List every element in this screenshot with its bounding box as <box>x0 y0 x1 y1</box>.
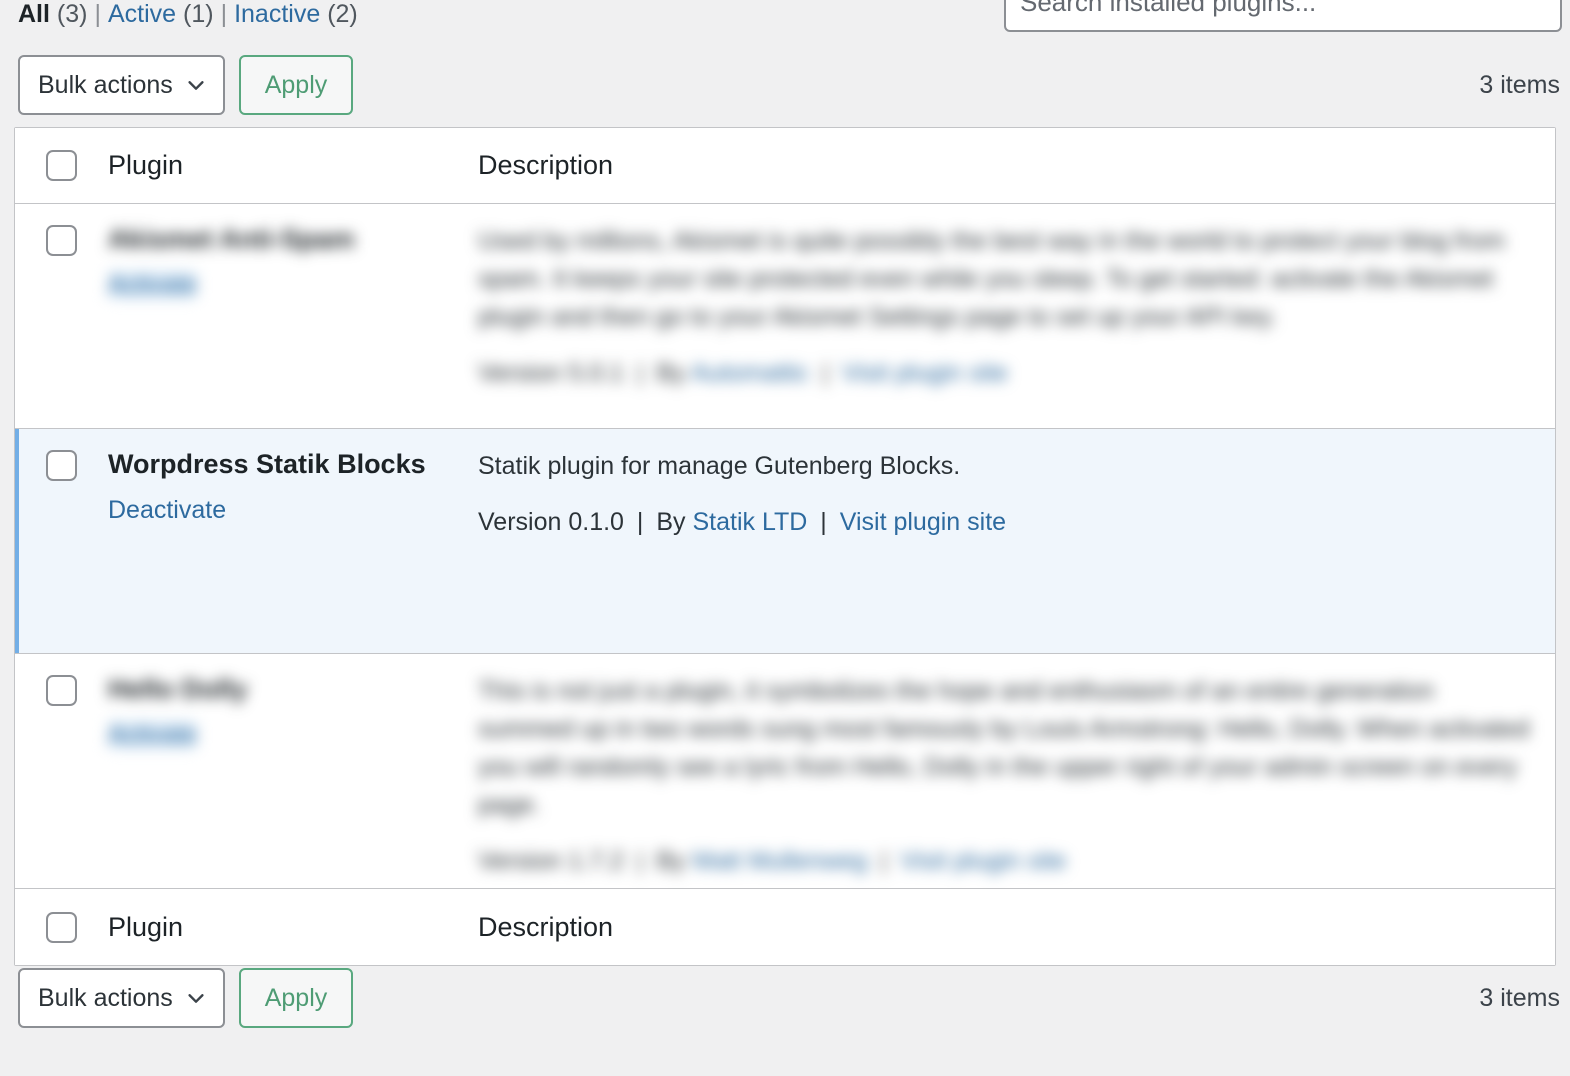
filter-inactive[interactable]: Inactive (2) <box>234 0 358 28</box>
plugin-status-filters: All (3) | Active (1) | Inactive (2) <box>18 0 358 32</box>
plugin-name-cell: Akismet Anti-Spam Activate <box>108 222 478 418</box>
chevron-down-icon <box>185 74 207 96</box>
table-footer-row: Plugin Description <box>15 889 1555 965</box>
plugin-description-cell: Statik plugin for manage Gutenberg Block… <box>478 447 1555 643</box>
meta-separator-1: | <box>636 359 644 387</box>
filter-inactive-count: (2) <box>327 0 358 28</box>
plugin-visit-site-link[interactable]: Visit plugin site <box>842 359 1008 387</box>
plugins-table: Plugin Description Akismet Anti-Spam Act… <box>14 127 1556 966</box>
plugin-title: Worpdress Statik Blocks <box>108 449 426 479</box>
plugin-name-cell: Hello Dolly Activate <box>108 672 478 878</box>
plugin-deactivate-link[interactable]: Deactivate <box>108 496 226 524</box>
meta-separator-1: | <box>636 508 644 536</box>
filter-inactive-label[interactable]: Inactive <box>234 0 320 28</box>
filter-active-label[interactable]: Active <box>108 0 176 28</box>
meta-separator-2: | <box>880 847 888 875</box>
plugin-author-link[interactable]: Automattic <box>691 359 809 387</box>
plugin-version: 0.1.0 <box>568 508 624 536</box>
plugin-meta: Version 0.1.0 | By Statik LTD | Visit pl… <box>478 505 1535 539</box>
column-header-plugin-bottom[interactable]: Plugin <box>108 912 478 943</box>
plugin-description: Used by millions, Akismet is quite possi… <box>478 227 1505 331</box>
chevron-down-icon <box>185 987 207 1009</box>
meta-separator-1: | <box>636 847 644 875</box>
plugin-description: This is not just a plugin, it symbolizes… <box>478 677 1530 819</box>
table-row: Akismet Anti-Spam Activate Used by milli… <box>15 204 1555 429</box>
plugin-row-actions: Activate <box>108 719 466 751</box>
tablenav-top: Bulk actions Apply 3 items <box>0 55 1570 117</box>
table-row: Worpdress Statik Blocks Deactivate Stati… <box>15 429 1555 654</box>
plugins-page: All (3)|Active (1)|Inactive (2) Bulk act… <box>0 0 1570 1076</box>
plugin-activate-link[interactable]: Activate <box>108 271 197 299</box>
items-count-bottom: 3 items <box>1479 983 1560 1012</box>
bulk-actions-select-bottom[interactable]: Bulk actions <box>18 968 225 1028</box>
plugin-description-cell: This is not just a plugin, it symbolizes… <box>478 672 1555 878</box>
meta-separator-2: | <box>822 359 829 387</box>
plugin-meta: Version 5.0.1 | By Automattic | Visit pl… <box>478 356 1535 390</box>
plugin-description: Statik plugin for manage Gutenberg Block… <box>478 452 961 480</box>
filter-active[interactable]: Active (1) <box>108 0 214 28</box>
plugin-title: Akismet Anti-Spam <box>108 224 355 254</box>
meta-separator-2: | <box>820 508 827 536</box>
apply-button-top[interactable]: Apply <box>239 55 353 115</box>
plugin-author-link[interactable]: Statik LTD <box>693 508 808 536</box>
plugin-title: Hello Dolly <box>108 674 248 704</box>
plugin-author-link[interactable]: Matt Mullenweg <box>693 847 868 875</box>
plugin-row-actions: Activate <box>108 269 466 301</box>
filter-active-count: (1) <box>183 0 214 28</box>
row-checkbox-cell <box>15 447 108 643</box>
plugin-meta: Version 1.7.2 | By Matt Mullenweg | Visi… <box>478 844 1535 878</box>
column-header-description-top: Description <box>478 150 614 180</box>
plugin-version-label: Version <box>478 359 562 387</box>
plugin-version-label: Version <box>478 847 562 875</box>
table-row: Hello Dolly Activate This is not just a … <box>15 654 1555 889</box>
plugin-visit-site-link[interactable]: Visit plugin site <box>840 508 1006 536</box>
row-checkbox-cell <box>15 222 108 418</box>
bulk-actions-label-top: Bulk actions <box>38 70 173 99</box>
column-header-plugin-top[interactable]: Plugin <box>108 150 478 181</box>
plugin-search-box[interactable] <box>1004 0 1562 32</box>
plugin-row-actions: Deactivate <box>108 494 466 526</box>
select-all-cell-top <box>15 150 108 181</box>
bulk-actions-select-top[interactable]: Bulk actions <box>18 55 225 115</box>
filter-all-label: All <box>18 0 50 28</box>
row-checkbox-cell <box>15 672 108 878</box>
row-checkbox[interactable] <box>46 675 77 706</box>
search-input[interactable] <box>1020 0 1546 24</box>
filter-separator-1: | <box>94 0 101 28</box>
apply-button-bottom[interactable]: Apply <box>239 968 353 1028</box>
plugin-version-label: Version <box>478 508 562 536</box>
plugin-visit-site-link[interactable]: Visit plugin site <box>900 847 1066 875</box>
row-checkbox[interactable] <box>46 225 77 256</box>
bulk-actions-label-bottom: Bulk actions <box>38 983 173 1012</box>
column-header-description-bottom: Description <box>478 911 614 942</box>
plugin-version: 5.0.1 <box>568 359 624 387</box>
plugin-description-cell: Used by millions, Akismet is quite possi… <box>478 222 1555 418</box>
select-all-checkbox-bottom[interactable] <box>46 911 77 943</box>
plugin-by-label: By <box>656 847 686 875</box>
plugin-name-cell: Worpdress Statik Blocks Deactivate <box>108 447 478 643</box>
table-header-row: Plugin Description <box>15 128 1555 204</box>
plugin-version: 1.7.2 <box>568 847 624 875</box>
plugin-by-label: By <box>656 508 686 536</box>
items-count-top: 3 items <box>1479 70 1560 99</box>
plugin-activate-link[interactable]: Activate <box>108 721 197 749</box>
tablenav-bottom: Bulk actions Apply 3 items <box>0 968 1570 1030</box>
plugin-by-label: By <box>656 359 686 387</box>
select-all-checkbox-top[interactable] <box>46 150 77 181</box>
select-all-cell-bottom <box>15 911 108 943</box>
row-checkbox[interactable] <box>46 450 77 481</box>
filter-all[interactable]: All (3) <box>18 0 87 28</box>
filter-separator-2: | <box>220 0 228 28</box>
filter-all-count: (3) <box>56 0 88 28</box>
